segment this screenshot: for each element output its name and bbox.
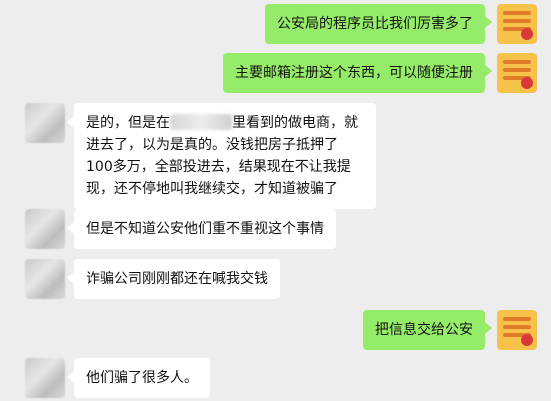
bubble-tail (485, 16, 492, 28)
message-bubble-received[interactable]: 但是不知道公安他们重不重视这个事情 (74, 209, 336, 249)
message-bubble-received[interactable]: 诈骗公司刚刚都还在喊我交钱 (74, 259, 280, 299)
chat-window: 公安局的程序员比我们厉害多了 主要邮箱注册这个东西，可以随便注册 是的，但是在里… (0, 0, 551, 401)
message-bubble-received[interactable]: 是的，但是在 里看到的做电商，就进去了，以为是真的。没钱把房子抵押了100多万，全… (74, 103, 376, 209)
my-avatar[interactable] (497, 53, 537, 93)
contact-avatar[interactable] (25, 103, 65, 143)
my-avatar[interactable] (497, 310, 537, 350)
message-bubble-received[interactable]: 他们骗了很多人。 (74, 358, 210, 398)
bubble-tail (67, 222, 74, 234)
message-bubble-sent[interactable]: 主要邮箱注册这个东西，可以随便注册 (223, 53, 485, 93)
heart-icon (521, 77, 533, 89)
my-avatar[interactable] (497, 4, 537, 44)
heart-icon (521, 28, 533, 40)
bubble-tail (67, 116, 74, 128)
contact-avatar[interactable] (25, 209, 65, 249)
bubble-tail (485, 322, 492, 334)
contact-avatar[interactable] (25, 358, 65, 398)
contact-avatar[interactable] (25, 259, 65, 299)
bubble-tail (67, 371, 74, 383)
bubble-tail (67, 272, 74, 284)
message-text: 是的，但是在 (86, 115, 170, 131)
message-bubble-sent[interactable]: 公安局的程序员比我们厉害多了 (265, 4, 485, 44)
message-bubble-sent[interactable]: 把信息交给公安 (363, 310, 485, 350)
bubble-tail (485, 65, 492, 77)
redacted-text (170, 114, 232, 130)
heart-icon (521, 334, 533, 346)
